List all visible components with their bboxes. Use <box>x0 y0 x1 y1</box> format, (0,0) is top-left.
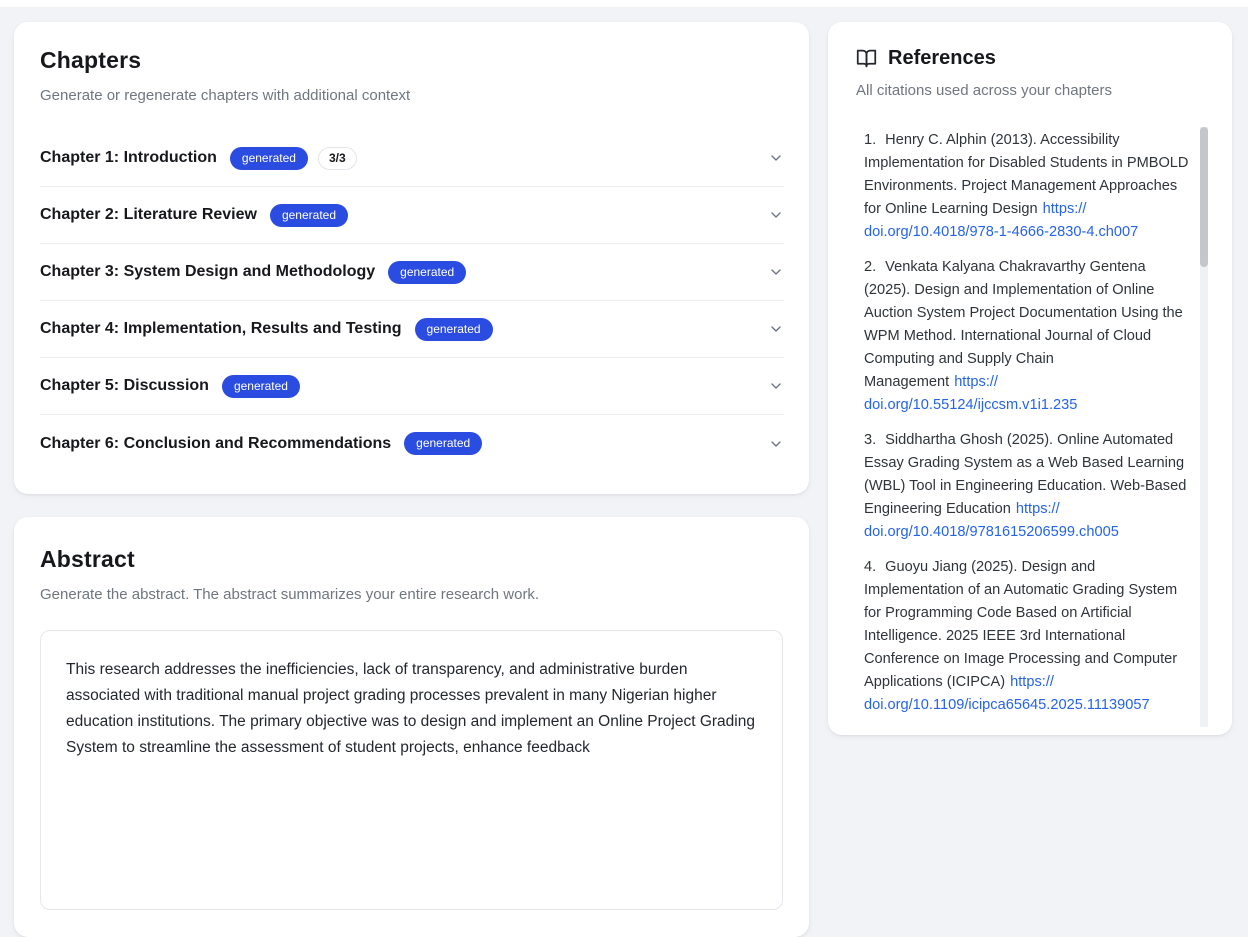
chevron-down-icon <box>768 436 784 452</box>
page-layout: Chapters Generate or regenerate chapters… <box>0 7 1248 937</box>
citation-item: 4.Guoyu Jiang (2025). Design and Impleme… <box>864 556 1191 717</box>
chapter-title: Chapter 3: System Design and Methodology <box>40 263 375 281</box>
references-card: References All citations used across you… <box>828 22 1232 735</box>
chevron-down-icon <box>768 321 784 337</box>
generated-badge: generated <box>404 432 482 455</box>
chapter-title: Chapter 2: Literature Review <box>40 206 257 224</box>
chapter-title: Chapter 5: Discussion <box>40 377 209 395</box>
citation-text: Venkata Kalyana Chakravarthy Gentena (20… <box>864 259 1183 390</box>
chevron-down-icon <box>768 207 784 223</box>
references-title: References <box>888 46 996 70</box>
citation-item: 3.Siddhartha Ghosh (2025). Online Automa… <box>864 429 1191 544</box>
chapter-row[interactable]: Chapter 4: Implementation, Results and T… <box>40 301 784 358</box>
citation-item: 1.Henry C. Alphin (2013). Accessibility … <box>864 129 1191 244</box>
generated-badge: generated <box>415 318 493 341</box>
chapters-card: Chapters Generate or regenerate chapters… <box>14 22 809 494</box>
citation-number: 2. <box>864 259 876 275</box>
generated-badge: generated <box>270 204 348 227</box>
citation-number: 1. <box>864 132 876 148</box>
citation-number: 3. <box>864 432 876 448</box>
chevron-down-icon <box>768 264 784 280</box>
citation-text: Henry C. Alphin (2013). Accessibility Im… <box>864 132 1188 217</box>
citation-number: 4. <box>864 559 876 575</box>
references-subtitle: All citations used across your chapters <box>856 82 1208 100</box>
book-open-icon <box>856 48 877 69</box>
top-header-strip <box>0 0 1248 7</box>
chapter-title: Chapter 4: Implementation, Results and T… <box>40 320 402 338</box>
chapter-list: Chapter 1: Introduction generated 3/3 Ch… <box>40 130 784 472</box>
right-column: References All citations used across you… <box>828 22 1232 735</box>
citation-item: 2.Venkata Kalyana Chakravarthy Gentena (… <box>864 256 1191 417</box>
abstract-textarea[interactable]: This research addresses the inefficienci… <box>40 630 783 910</box>
references-scrollbar-track[interactable] <box>1200 127 1208 727</box>
chapter-row[interactable]: Chapter 2: Literature Review generated <box>40 187 784 244</box>
chevron-down-icon <box>768 378 784 394</box>
chapter-title: Chapter 6: Conclusion and Recommendation… <box>40 435 391 453</box>
chapter-row[interactable]: Chapter 3: System Design and Methodology… <box>40 244 784 301</box>
references-header: References <box>856 46 1208 70</box>
citation-list: 1.Henry C. Alphin (2013). Accessibility … <box>856 127 1208 727</box>
chapter-row[interactable]: Chapter 5: Discussion generated <box>40 358 784 415</box>
left-column: Chapters Generate or regenerate chapters… <box>14 22 809 937</box>
citation-text: Guoyu Jiang (2025). Design and Implement… <box>864 559 1177 690</box>
section-count-badge: 3/3 <box>318 147 357 170</box>
references-scrollbar-thumb[interactable] <box>1200 127 1208 267</box>
generated-badge: generated <box>388 261 466 284</box>
abstract-card: Abstract Generate the abstract. The abst… <box>14 517 809 937</box>
generated-badge: generated <box>222 375 300 398</box>
abstract-subtitle: Generate the abstract. The abstract summ… <box>40 586 783 604</box>
chapters-subtitle: Generate or regenerate chapters with add… <box>40 87 784 105</box>
generated-badge: generated <box>230 147 308 170</box>
chapters-title: Chapters <box>40 47 784 74</box>
chapter-row[interactable]: Chapter 1: Introduction generated 3/3 <box>40 130 784 187</box>
chapter-row[interactable]: Chapter 6: Conclusion and Recommendation… <box>40 415 784 472</box>
abstract-title: Abstract <box>40 546 783 573</box>
chevron-down-icon <box>768 150 784 166</box>
chapter-title: Chapter 1: Introduction <box>40 149 217 167</box>
